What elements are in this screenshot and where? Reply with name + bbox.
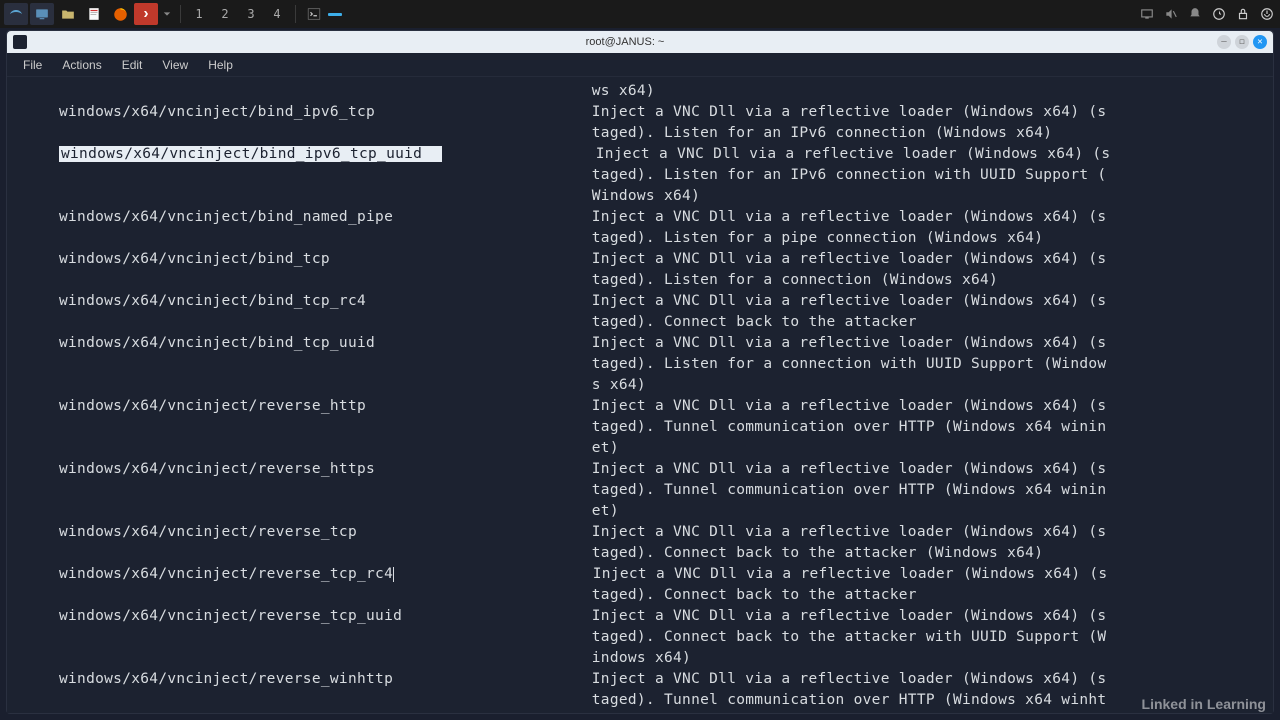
active-window-indicator[interactable] bbox=[328, 3, 342, 25]
window-controls: – ◻ ✕ bbox=[1217, 35, 1267, 49]
window-title: root@JANUS: ~ bbox=[33, 36, 1217, 48]
window-icon bbox=[13, 35, 27, 49]
system-tray bbox=[1138, 5, 1276, 23]
tray-volume-icon[interactable] bbox=[1162, 5, 1180, 23]
tray-lock-icon[interactable] bbox=[1234, 5, 1252, 23]
menu-edit[interactable]: Edit bbox=[114, 56, 151, 74]
app-desktop-icon[interactable] bbox=[30, 3, 54, 25]
firefox-icon[interactable] bbox=[108, 3, 132, 25]
terminal-window: root@JANUS: ~ – ◻ ✕ File Actions Edit Vi… bbox=[6, 30, 1274, 714]
menu-file[interactable]: File bbox=[15, 56, 50, 74]
file-manager-icon[interactable] bbox=[56, 3, 80, 25]
taskbar: 1 2 3 4 bbox=[0, 0, 1280, 28]
menu-view[interactable]: View bbox=[154, 56, 196, 74]
divider bbox=[295, 5, 296, 23]
close-button[interactable]: ✕ bbox=[1253, 35, 1267, 49]
workspace-2[interactable]: 2 bbox=[213, 3, 237, 25]
start-menu-icon[interactable] bbox=[4, 3, 28, 25]
terminal-task-icon[interactable] bbox=[302, 3, 326, 25]
watermark: Linked in Learning bbox=[1142, 696, 1266, 712]
workspace-1[interactable]: 1 bbox=[187, 3, 211, 25]
menubar: File Actions Edit View Help bbox=[7, 53, 1273, 77]
menu-actions[interactable]: Actions bbox=[54, 56, 109, 74]
tray-power-icon[interactable] bbox=[1258, 5, 1276, 23]
tray-notifications-icon[interactable] bbox=[1186, 5, 1204, 23]
workspace-3[interactable]: 3 bbox=[239, 3, 263, 25]
menu-help[interactable]: Help bbox=[200, 56, 241, 74]
tray-updates-icon[interactable] bbox=[1210, 5, 1228, 23]
burp-icon[interactable] bbox=[134, 3, 158, 25]
text-editor-icon[interactable] bbox=[82, 3, 106, 25]
titlebar[interactable]: root@JANUS: ~ – ◻ ✕ bbox=[7, 31, 1273, 53]
minimize-button[interactable]: – bbox=[1217, 35, 1231, 49]
maximize-button[interactable]: ◻ bbox=[1235, 35, 1249, 49]
workspace-4[interactable]: 4 bbox=[265, 3, 289, 25]
tray-screen-icon[interactable] bbox=[1138, 5, 1156, 23]
divider bbox=[180, 5, 181, 23]
dropdown-icon[interactable] bbox=[160, 3, 174, 25]
terminal-output[interactable]: ws x64)windows/x64/vncinject/bind_ipv6_t… bbox=[7, 77, 1273, 713]
